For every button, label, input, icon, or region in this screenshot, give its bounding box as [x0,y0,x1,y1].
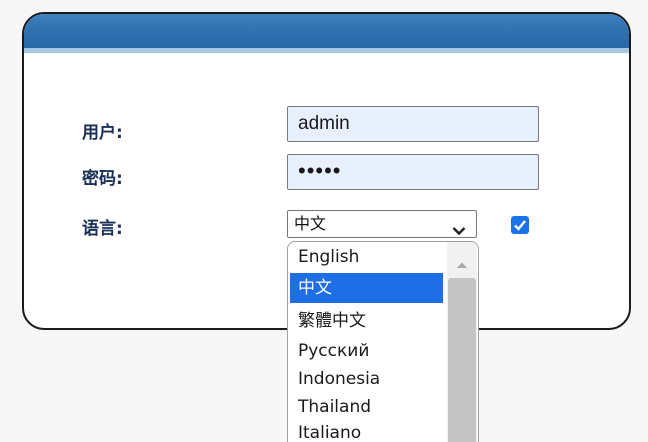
language-select-value: 中文 [294,214,327,233]
dropdown-scrollbar[interactable] [447,242,477,442]
language-label: 语言: [82,219,123,239]
language-option-italiano[interactable]: Italiano [290,418,443,442]
language-option-indonesia[interactable]: Indonesia [290,364,443,394]
password-input[interactable]: ••••• [287,154,539,190]
password-label: 密码: [82,169,123,189]
scroll-up-arrow-icon[interactable] [456,256,468,274]
scrollbar-thumb[interactable] [448,278,476,442]
language-dropdown-list[interactable]: English 中文 繁體中文 Русский Indonesia Thaila… [287,241,479,442]
remember-checkbox[interactable] [511,216,529,234]
checkmark-icon [514,220,526,231]
language-option-english[interactable]: English [290,242,443,272]
language-option-russian[interactable]: Русский [290,336,443,366]
panel-header [24,14,629,53]
username-input[interactable]: admin [287,106,539,142]
user-label: 用户: [82,123,123,143]
language-select[interactable]: 中文 [287,210,477,238]
language-option-traditional-chinese[interactable]: 繁體中文 [290,306,443,336]
language-option-chinese[interactable]: 中文 [290,273,443,303]
